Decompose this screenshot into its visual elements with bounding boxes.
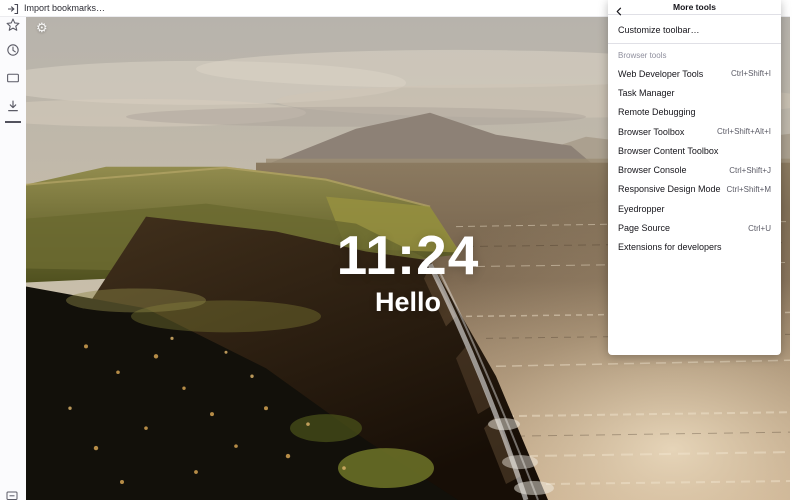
bookmarks-star-icon[interactable]: [6, 18, 20, 32]
menu-item-web-developer-tools[interactable]: Web Developer Tools Ctrl+Shift+I: [608, 64, 781, 83]
browser-window: ⚙ 11:24 Hello Import bookmarks… More too…: [0, 0, 800, 500]
menu-item-eyedropper[interactable]: Eyedropper: [608, 199, 781, 218]
panel-header: More tools: [608, 0, 781, 16]
firefox-sidebar: [0, 17, 26, 500]
menu-item-browser-toolbox[interactable]: Browser Toolbox Ctrl+Shift+Alt+I: [608, 122, 781, 141]
more-tools-panel: More tools Customize toolbar… Browser to…: [608, 0, 781, 355]
menu-item-browser-console[interactable]: Browser Console Ctrl+Shift+J: [608, 160, 781, 179]
menu-item-customize-toolbar[interactable]: Customize toolbar…: [608, 19, 781, 40]
window-edge-strip: [790, 0, 800, 500]
downloads-icon[interactable]: [6, 99, 20, 113]
menu-item-browser-content-toolbox[interactable]: Browser Content Toolbox: [608, 141, 781, 160]
gear-icon[interactable]: ⚙: [36, 21, 48, 34]
menu-body: Customize toolbar… Browser tools Web Dev…: [608, 15, 781, 257]
menu-item-extensions-for-developers[interactable]: Extensions for developers: [608, 238, 781, 257]
menu-item-remote-debugging[interactable]: Remote Debugging: [608, 103, 781, 122]
shortcut-label: Ctrl+Shift+Alt+I: [716, 127, 771, 137]
import-bookmarks-button[interactable]: Import bookmarks…: [24, 3, 105, 13]
device-icon[interactable]: [6, 490, 18, 500]
shortcut-label: Ctrl+Shift+J: [729, 165, 771, 175]
history-clock-icon[interactable]: [6, 43, 20, 57]
menu-item-task-manager[interactable]: Task Manager: [608, 83, 781, 102]
menu-separator: [608, 43, 781, 44]
import-icon: [7, 2, 19, 15]
sidebar-divider: [5, 121, 21, 123]
shortcut-label: Ctrl+Shift+I: [730, 69, 771, 79]
synced-tabs-window-icon[interactable]: [6, 71, 20, 85]
menu-item-page-source[interactable]: Page Source Ctrl+U: [608, 218, 781, 237]
shortcut-label: Ctrl+U: [748, 223, 771, 233]
menu-item-responsive-design-mode[interactable]: Responsive Design Mode Ctrl+Shift+M: [608, 180, 781, 199]
shortcut-label: Ctrl+Shift+M: [726, 184, 771, 194]
chevron-left-icon[interactable]: [615, 3, 624, 16]
menu-section-browser-tools: Browser tools: [618, 51, 667, 60]
panel-title: More tools: [673, 2, 716, 12]
